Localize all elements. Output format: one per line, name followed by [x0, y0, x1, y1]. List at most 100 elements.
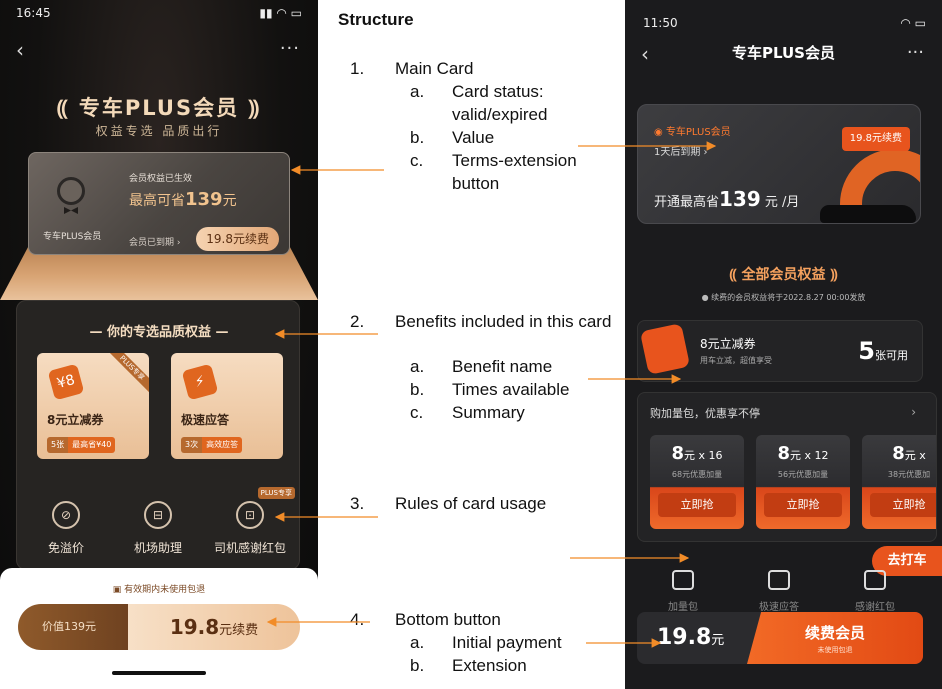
back-icon[interactable]: ‹	[16, 38, 24, 62]
more-icon[interactable]: ···	[907, 42, 924, 63]
pack-multiplier: 元 x	[904, 449, 926, 462]
times-available: 5张	[47, 437, 69, 453]
member-logo-icon	[57, 177, 85, 205]
renew-button[interactable]: 19.8元续费	[841, 127, 910, 151]
benefit-card-fast-response[interactable]: ⚡ 极速应答 3次 高效应答	[171, 353, 283, 459]
sub-text: Times available	[452, 380, 570, 399]
bottom-benefit-icons: 加量包 极速应答 感谢红包	[625, 570, 942, 613]
card-status: 会员权益已生效	[129, 174, 193, 184]
bottom-action-text: 元续费	[219, 623, 259, 638]
main-card[interactable]: ◉ 专车PLUS会员 1天后到期 › 19.8元续费 开通最高省139 元 /月	[637, 104, 921, 224]
coupon-count-unit: 张可用	[875, 349, 908, 362]
ticket-icon	[672, 570, 694, 590]
annotation-text: Rules of card usage	[395, 494, 547, 513]
refund-note: ▣ 有效期内未使用包退	[0, 582, 318, 595]
pack-card: 8元 x 38元优惠加 立即抢	[862, 435, 936, 529]
sub-key: b.	[410, 656, 425, 675]
pack-value-number: 8	[777, 443, 791, 464]
all-benefits-title: ⸨ 全部会员权益 ⸩	[625, 264, 942, 284]
coupon-row[interactable]: 8元立减券 用车立减，超值享受 5张可用	[637, 320, 923, 382]
card-value: 开通最高省139 元 /月	[654, 187, 799, 211]
rule-no-surge[interactable]: ⊘ 免溢价	[21, 501, 111, 556]
sub-key: b.	[410, 380, 425, 399]
plus-ribbon: PLUS专享	[103, 353, 149, 397]
icon-item[interactable]: 加量包	[633, 570, 733, 613]
sub-key: a.	[410, 82, 425, 101]
renew-button[interactable]: 19.8元续费	[196, 227, 279, 251]
rule-driver-red-packet[interactable]: PLUS专享 ⊡ 司机感谢红包	[205, 487, 295, 556]
pack-multiplier: 元 x 16	[684, 449, 723, 462]
icon-item[interactable]: 感谢红包	[825, 570, 925, 613]
benefit-summary: 高效应答	[202, 437, 243, 453]
benefit-name: 极速应答	[181, 413, 230, 427]
annotation-number: 2.	[350, 312, 365, 331]
coupon-icon: ¥8	[47, 363, 85, 401]
chevron-right-icon[interactable]: ›	[911, 405, 916, 419]
lightning-icon	[768, 570, 790, 590]
renew-member-sublabel: 未使用包退	[817, 646, 853, 654]
car-image	[820, 205, 916, 223]
grab-button[interactable]: 立即抢	[764, 493, 842, 517]
renew-note-text: 续费的会员权益将于2022.8.27 00:00发放	[711, 293, 866, 302]
saving-amount: 139	[185, 189, 223, 210]
benefit-tag: 3次 高效应答	[181, 437, 243, 453]
expire-link[interactable]: 1天后到期 ›	[654, 143, 708, 158]
sub-text: Card status: valid/expired	[452, 82, 548, 124]
status-time: 11:50	[643, 16, 678, 30]
main-card[interactable]: 专车PLUS会员 会员权益已生效 最高可省139元 会员已到期 › 19.8元续…	[28, 152, 290, 255]
benefit-card-coupon[interactable]: ¥8 PLUS专享 8元立减券 5张 最高省¥40	[37, 353, 149, 459]
benefits-panel: — 你的专选品质权益 — ¥8 PLUS专享 8元立减券 5张 最高省¥40 ⚡…	[16, 300, 300, 570]
sub-text: Summary	[452, 403, 525, 422]
plus-badge: PLUS专享	[257, 487, 295, 499]
more-icon[interactable]: ···	[280, 38, 300, 59]
hero-title-text: 专车PLUS会员	[78, 96, 240, 120]
sub-key: c.	[410, 151, 424, 170]
bottom-price: 19.8元续费	[128, 604, 300, 650]
pack-desc: 38元优惠加	[887, 470, 931, 479]
location-pin-icon: ◉	[654, 127, 666, 138]
renew-member-button[interactable]: 续费会员 未使用包退	[747, 612, 923, 664]
laurel-right-icon: ⸩	[825, 267, 838, 283]
annotation-heading: Structure	[338, 10, 414, 29]
card-value: 最高可省139元	[129, 189, 237, 210]
sub-key: c.	[410, 403, 424, 422]
rule-label: 免溢价	[47, 541, 84, 555]
home-indicator	[112, 671, 206, 675]
status-bar: 11:50 ◠ ▭	[643, 16, 926, 30]
hero-subtitle: 权益专选 品质出行	[95, 124, 223, 138]
bottom-renew-button[interactable]: 价值139元 19.8元续费	[18, 604, 300, 650]
lightning-icon: ⚡	[181, 363, 219, 401]
save-amount: 139	[719, 187, 761, 211]
buy-packs-section: 购加量包，优惠享不停 › 8元 x 16 68元优惠加量 立即抢 8元 x 12…	[637, 392, 937, 542]
right-phone-screen: 11:50 ◠ ▭ ‹ 专车PLUS会员 ··· ◉ 专车PLUS会员 1天后到…	[625, 0, 942, 689]
status-bar: 16:45 ▮▮ ◠ ▭	[16, 6, 302, 22]
grab-button[interactable]: 立即抢	[658, 493, 736, 517]
bottom-renew-bar: 19.8元 续费会员 未使用包退	[637, 612, 923, 664]
bottom-price: 19.8元	[637, 612, 747, 664]
bowtie-icon	[64, 207, 78, 214]
pack-card: 8元 x 16 68元优惠加量 立即抢	[650, 435, 744, 529]
laurel-left-icon: ⸨	[729, 267, 742, 283]
bottom-price-amount: 19.8	[169, 615, 220, 639]
coupon-count-number: 5	[858, 337, 875, 365]
saving-unit: 元	[222, 193, 237, 209]
red-packet-icon: ⊡	[236, 501, 264, 529]
expired-link[interactable]: 会员已到期 ›	[129, 235, 180, 248]
icon-item[interactable]: 极速应答	[729, 570, 829, 613]
member-name: 专车PLUS会员	[43, 232, 102, 242]
saving-prefix: 最高可省	[129, 193, 185, 209]
rule-airport-assistant[interactable]: ⊟ 机场助理	[113, 501, 203, 556]
pack-value-number: 8	[892, 443, 905, 464]
renew-note: ● 续费的会员权益将于2022.8.27 00:00发放	[625, 292, 942, 303]
pack-value: 8元 x 12	[756, 443, 850, 464]
annotation-number: 4.	[350, 610, 365, 629]
structure-annotations: Structure 1. Main Card a. Card status: va…	[338, 0, 618, 689]
no-surge-icon: ⊘	[52, 501, 80, 529]
pack-value-number: 8	[671, 443, 685, 464]
sub-text: Extension	[452, 656, 527, 675]
sub-text: Value	[452, 128, 495, 147]
hero-title: ⸨ 专车PLUS会员 ⸩	[0, 92, 318, 122]
coupon-name: 8元立减券	[700, 337, 756, 351]
refund-note-text: 有效期内未使用包退	[124, 585, 206, 595]
grab-button[interactable]: 立即抢	[870, 493, 936, 517]
